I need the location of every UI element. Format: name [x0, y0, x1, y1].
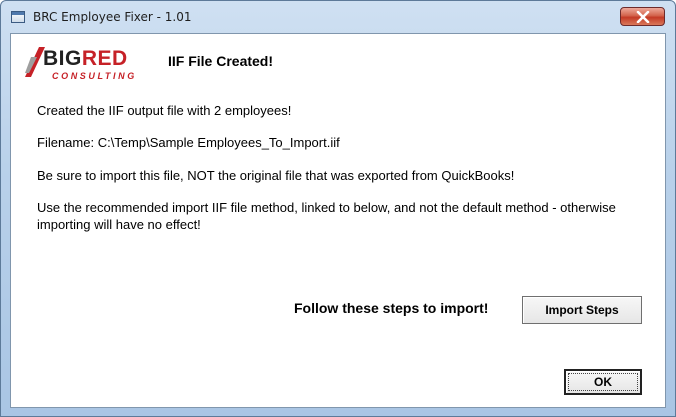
message-employee-count: Created the IIF output file with 2 emplo… [37, 103, 292, 118]
logo-subtitle: CONSULTING [52, 71, 137, 81]
message-warning: Be sure to import this file, NOT the ori… [37, 168, 515, 183]
title-bar[interactable]: BRC Employee Fixer - 1.01 [1, 1, 675, 33]
message-filename: Filename: C:\Temp\Sample Employees_To_Im… [37, 135, 340, 150]
app-window-icon [11, 11, 25, 23]
logo-wordmark: BIGRED [43, 47, 128, 71]
dialog-heading: IIF File Created! [168, 53, 274, 69]
follow-steps-label: Follow these steps to import! [294, 300, 489, 316]
bigred-logo: BIGRED CONSULTING [25, 45, 145, 83]
close-icon [636, 11, 650, 23]
message-import-method: Use the recommended import IIF file meth… [37, 200, 616, 232]
import-steps-button[interactable]: Import Steps [522, 296, 642, 324]
close-button[interactable] [620, 7, 665, 26]
ok-button[interactable]: OK [564, 369, 642, 395]
logo-mark-icon [25, 47, 45, 77]
dialog-window: BRC Employee Fixer - 1.01 BIGRED CONSULT… [0, 0, 676, 417]
window-title: BRC Employee Fixer - 1.01 [33, 10, 192, 24]
logo-text-red: RED [81, 47, 128, 70]
logo-text-black: BIG [43, 47, 82, 70]
dialog-content: BIGRED CONSULTING IIF File Created! Crea… [10, 33, 666, 408]
